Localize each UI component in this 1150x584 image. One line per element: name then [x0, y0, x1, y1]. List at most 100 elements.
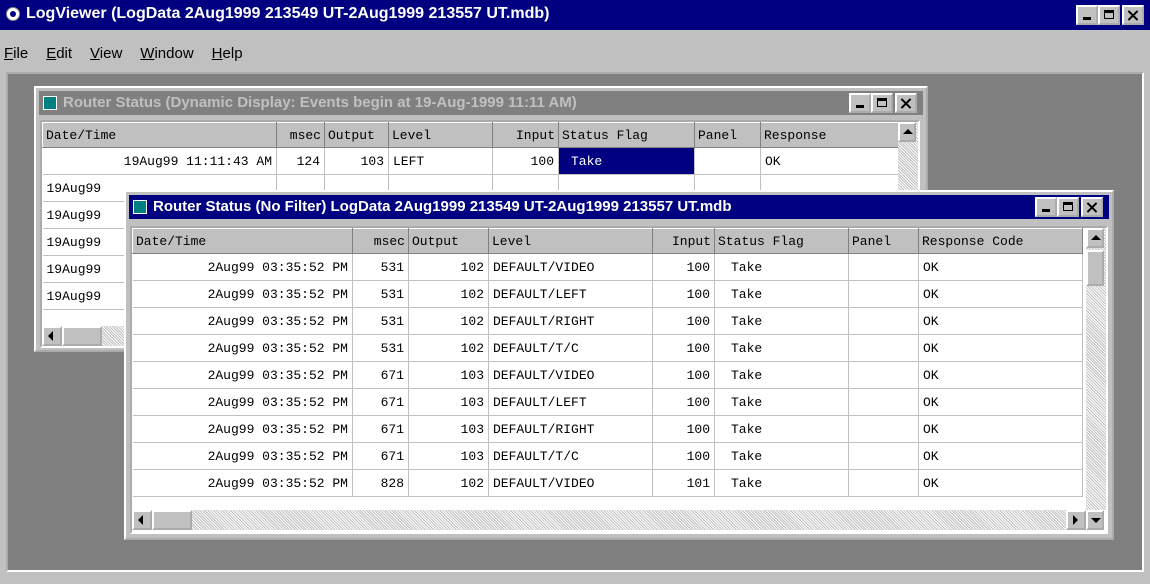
col-header-msec[interactable]: msec	[352, 228, 409, 254]
col-header-level[interactable]: Level	[388, 122, 493, 148]
cell-level[interactable]: DEFAULT/T/C	[488, 334, 653, 362]
col-header-input[interactable]: Input	[492, 122, 559, 148]
cell-output[interactable]: 103	[324, 147, 389, 175]
dynamic-scroll-left-button[interactable]	[42, 326, 62, 346]
no-filter-minimize-button[interactable]	[1035, 197, 1057, 217]
cell-msec[interactable]: 671	[352, 415, 409, 443]
cell-response[interactable]: OK	[760, 147, 901, 175]
cell-msec[interactable]: 671	[352, 442, 409, 470]
cell-input[interactable]: 100	[652, 415, 715, 443]
cell-output[interactable]: 102	[408, 280, 489, 308]
cell-level[interactable]: DEFAULT/T/C	[488, 442, 653, 470]
cell-datetime[interactable]: 19Aug99 11:11:43 AM	[42, 147, 277, 175]
cell-response-code[interactable]: OK	[918, 334, 1083, 362]
no-filter-scroll-left-button[interactable]	[132, 510, 152, 530]
cell-panel[interactable]	[848, 415, 919, 443]
cell-panel[interactable]	[848, 253, 919, 281]
cell-level[interactable]: DEFAULT/LEFT	[488, 280, 653, 308]
cell-status-flag[interactable]: Take	[714, 415, 849, 443]
cell-status-flag[interactable]: Take	[714, 253, 849, 281]
cell-output[interactable]: 102	[408, 334, 489, 362]
table-row[interactable]: 2Aug99 03:35:52 PM 531 102 DEFAULT/T/C 100 Ta…	[132, 334, 1083, 362]
table-row[interactable]: 2Aug99 03:35:52 PM 828 102 DEFAULT/VIDEO 101…	[132, 469, 1083, 497]
cell-status-flag[interactable]: Take	[714, 307, 849, 335]
cell-status-flag-selected[interactable]: Take	[558, 147, 695, 175]
cell-output[interactable]: 103	[408, 415, 489, 443]
cell-response-code[interactable]: OK	[918, 253, 1083, 281]
no-filter-horizontal-scrollbar[interactable]	[132, 510, 1086, 530]
table-row[interactable]: 2Aug99 03:35:52 PM 531 102 DEFAULT/VIDEO 100…	[132, 253, 1083, 281]
cell-level[interactable]: DEFAULT/RIGHT	[488, 307, 653, 335]
dynamic-display-titlebar[interactable]: Router Status (Dynamic Display: Events b…	[39, 91, 923, 115]
dynamic-minimize-button[interactable]	[849, 93, 871, 113]
col-header-datetime[interactable]: Date/Time	[42, 122, 277, 148]
cell-response-code[interactable]: OK	[918, 361, 1083, 389]
cell-panel[interactable]	[848, 307, 919, 335]
col-header-response[interactable]: Response	[760, 122, 901, 148]
cell-datetime[interactable]: 2Aug99 03:35:52 PM	[132, 307, 353, 335]
cell-level[interactable]: DEFAULT/LEFT	[488, 388, 653, 416]
menu-help[interactable]: Help	[203, 42, 252, 66]
cell-panel[interactable]	[848, 388, 919, 416]
cell-input[interactable]: 100	[652, 442, 715, 470]
cell-panel[interactable]	[848, 361, 919, 389]
table-row[interactable]: 2Aug99 03:35:52 PM 531 102 DEFAULT/LEFT 100 T…	[132, 280, 1083, 308]
menu-file[interactable]: File	[0, 42, 37, 66]
cell-output[interactable]: 102	[408, 307, 489, 335]
cell-output[interactable]: 103	[408, 388, 489, 416]
cell-level[interactable]: DEFAULT/VIDEO	[488, 361, 653, 389]
table-row[interactable]: 2Aug99 03:35:52 PM 671 103 DEFAULT/RIGHT 100…	[132, 415, 1083, 443]
cell-panel[interactable]	[848, 280, 919, 308]
col-header-status-flag[interactable]: Status Flag	[714, 228, 849, 254]
dynamic-hscroll-thumb[interactable]	[62, 326, 102, 346]
cell-input[interactable]: 100	[652, 334, 715, 362]
col-header-datetime[interactable]: Date/Time	[132, 228, 353, 254]
dynamic-scroll-up-button[interactable]	[898, 122, 916, 142]
cell-panel[interactable]	[848, 442, 919, 470]
dynamic-maximize-button[interactable]	[871, 93, 893, 113]
cell-output[interactable]: 102	[408, 253, 489, 281]
cell-level[interactable]: DEFAULT/RIGHT	[488, 415, 653, 443]
no-filter-vscroll-thumb[interactable]	[1086, 250, 1104, 286]
cell-msec[interactable]: 531	[352, 334, 409, 362]
cell-input[interactable]: 100	[652, 361, 715, 389]
app-eye-icon[interactable]	[6, 7, 20, 21]
table-row[interactable]: 2Aug99 03:35:52 PM 671 103 DEFAULT/LEFT 100 T…	[132, 388, 1083, 416]
col-header-input[interactable]: Input	[652, 228, 715, 254]
no-filter-window[interactable]: Router Status (No Filter) LogData 2Aug19…	[124, 190, 1114, 540]
cell-datetime[interactable]: 2Aug99 03:35:52 PM	[132, 280, 353, 308]
table-row[interactable]: 2Aug99 03:35:52 PM 671 103 DEFAULT/VIDEO 100…	[132, 361, 1083, 389]
cell-level[interactable]: LEFT	[388, 147, 493, 175]
col-header-status-flag[interactable]: Status Flag	[558, 122, 695, 148]
col-header-level[interactable]: Level	[488, 228, 653, 254]
cell-status-flag[interactable]: Take	[714, 361, 849, 389]
cell-panel[interactable]	[694, 147, 761, 175]
menu-view[interactable]: View	[81, 42, 131, 66]
cell-response-code[interactable]: OK	[918, 280, 1083, 308]
cell-status-flag[interactable]: Take	[714, 469, 849, 497]
col-header-response-code[interactable]: Response Code	[918, 228, 1083, 254]
cell-input[interactable]: 100	[492, 147, 559, 175]
no-filter-vertical-scrollbar[interactable]	[1086, 228, 1106, 530]
app-maximize-button[interactable]	[1098, 5, 1120, 25]
cell-datetime[interactable]: 2Aug99 03:35:52 PM	[132, 253, 353, 281]
no-filter-scroll-down-button[interactable]	[1086, 510, 1104, 530]
cell-output[interactable]: 103	[408, 361, 489, 389]
col-header-panel[interactable]: Panel	[694, 122, 761, 148]
cell-datetime[interactable]: 2Aug99 03:35:52 PM	[132, 469, 353, 497]
cell-output[interactable]: 102	[408, 469, 489, 497]
menu-window[interactable]: Window	[131, 42, 202, 66]
app-minimize-button[interactable]	[1076, 5, 1098, 25]
cell-msec[interactable]: 531	[352, 253, 409, 281]
table-row[interactable]: 2Aug99 03:35:52 PM 671 103 DEFAULT/T/C 100 Ta…	[132, 442, 1083, 470]
cell-msec[interactable]: 828	[352, 469, 409, 497]
no-filter-scroll-right-button[interactable]	[1066, 510, 1086, 530]
cell-input[interactable]: 101	[652, 469, 715, 497]
dynamic-close-button[interactable]	[895, 93, 917, 113]
menu-edit[interactable]: Edit	[37, 42, 81, 66]
cell-msec[interactable]: 671	[352, 361, 409, 389]
no-filter-scroll-up-button[interactable]	[1086, 228, 1104, 248]
no-filter-hscroll-thumb[interactable]	[152, 510, 192, 530]
col-header-panel[interactable]: Panel	[848, 228, 919, 254]
col-header-output[interactable]: Output	[324, 122, 389, 148]
